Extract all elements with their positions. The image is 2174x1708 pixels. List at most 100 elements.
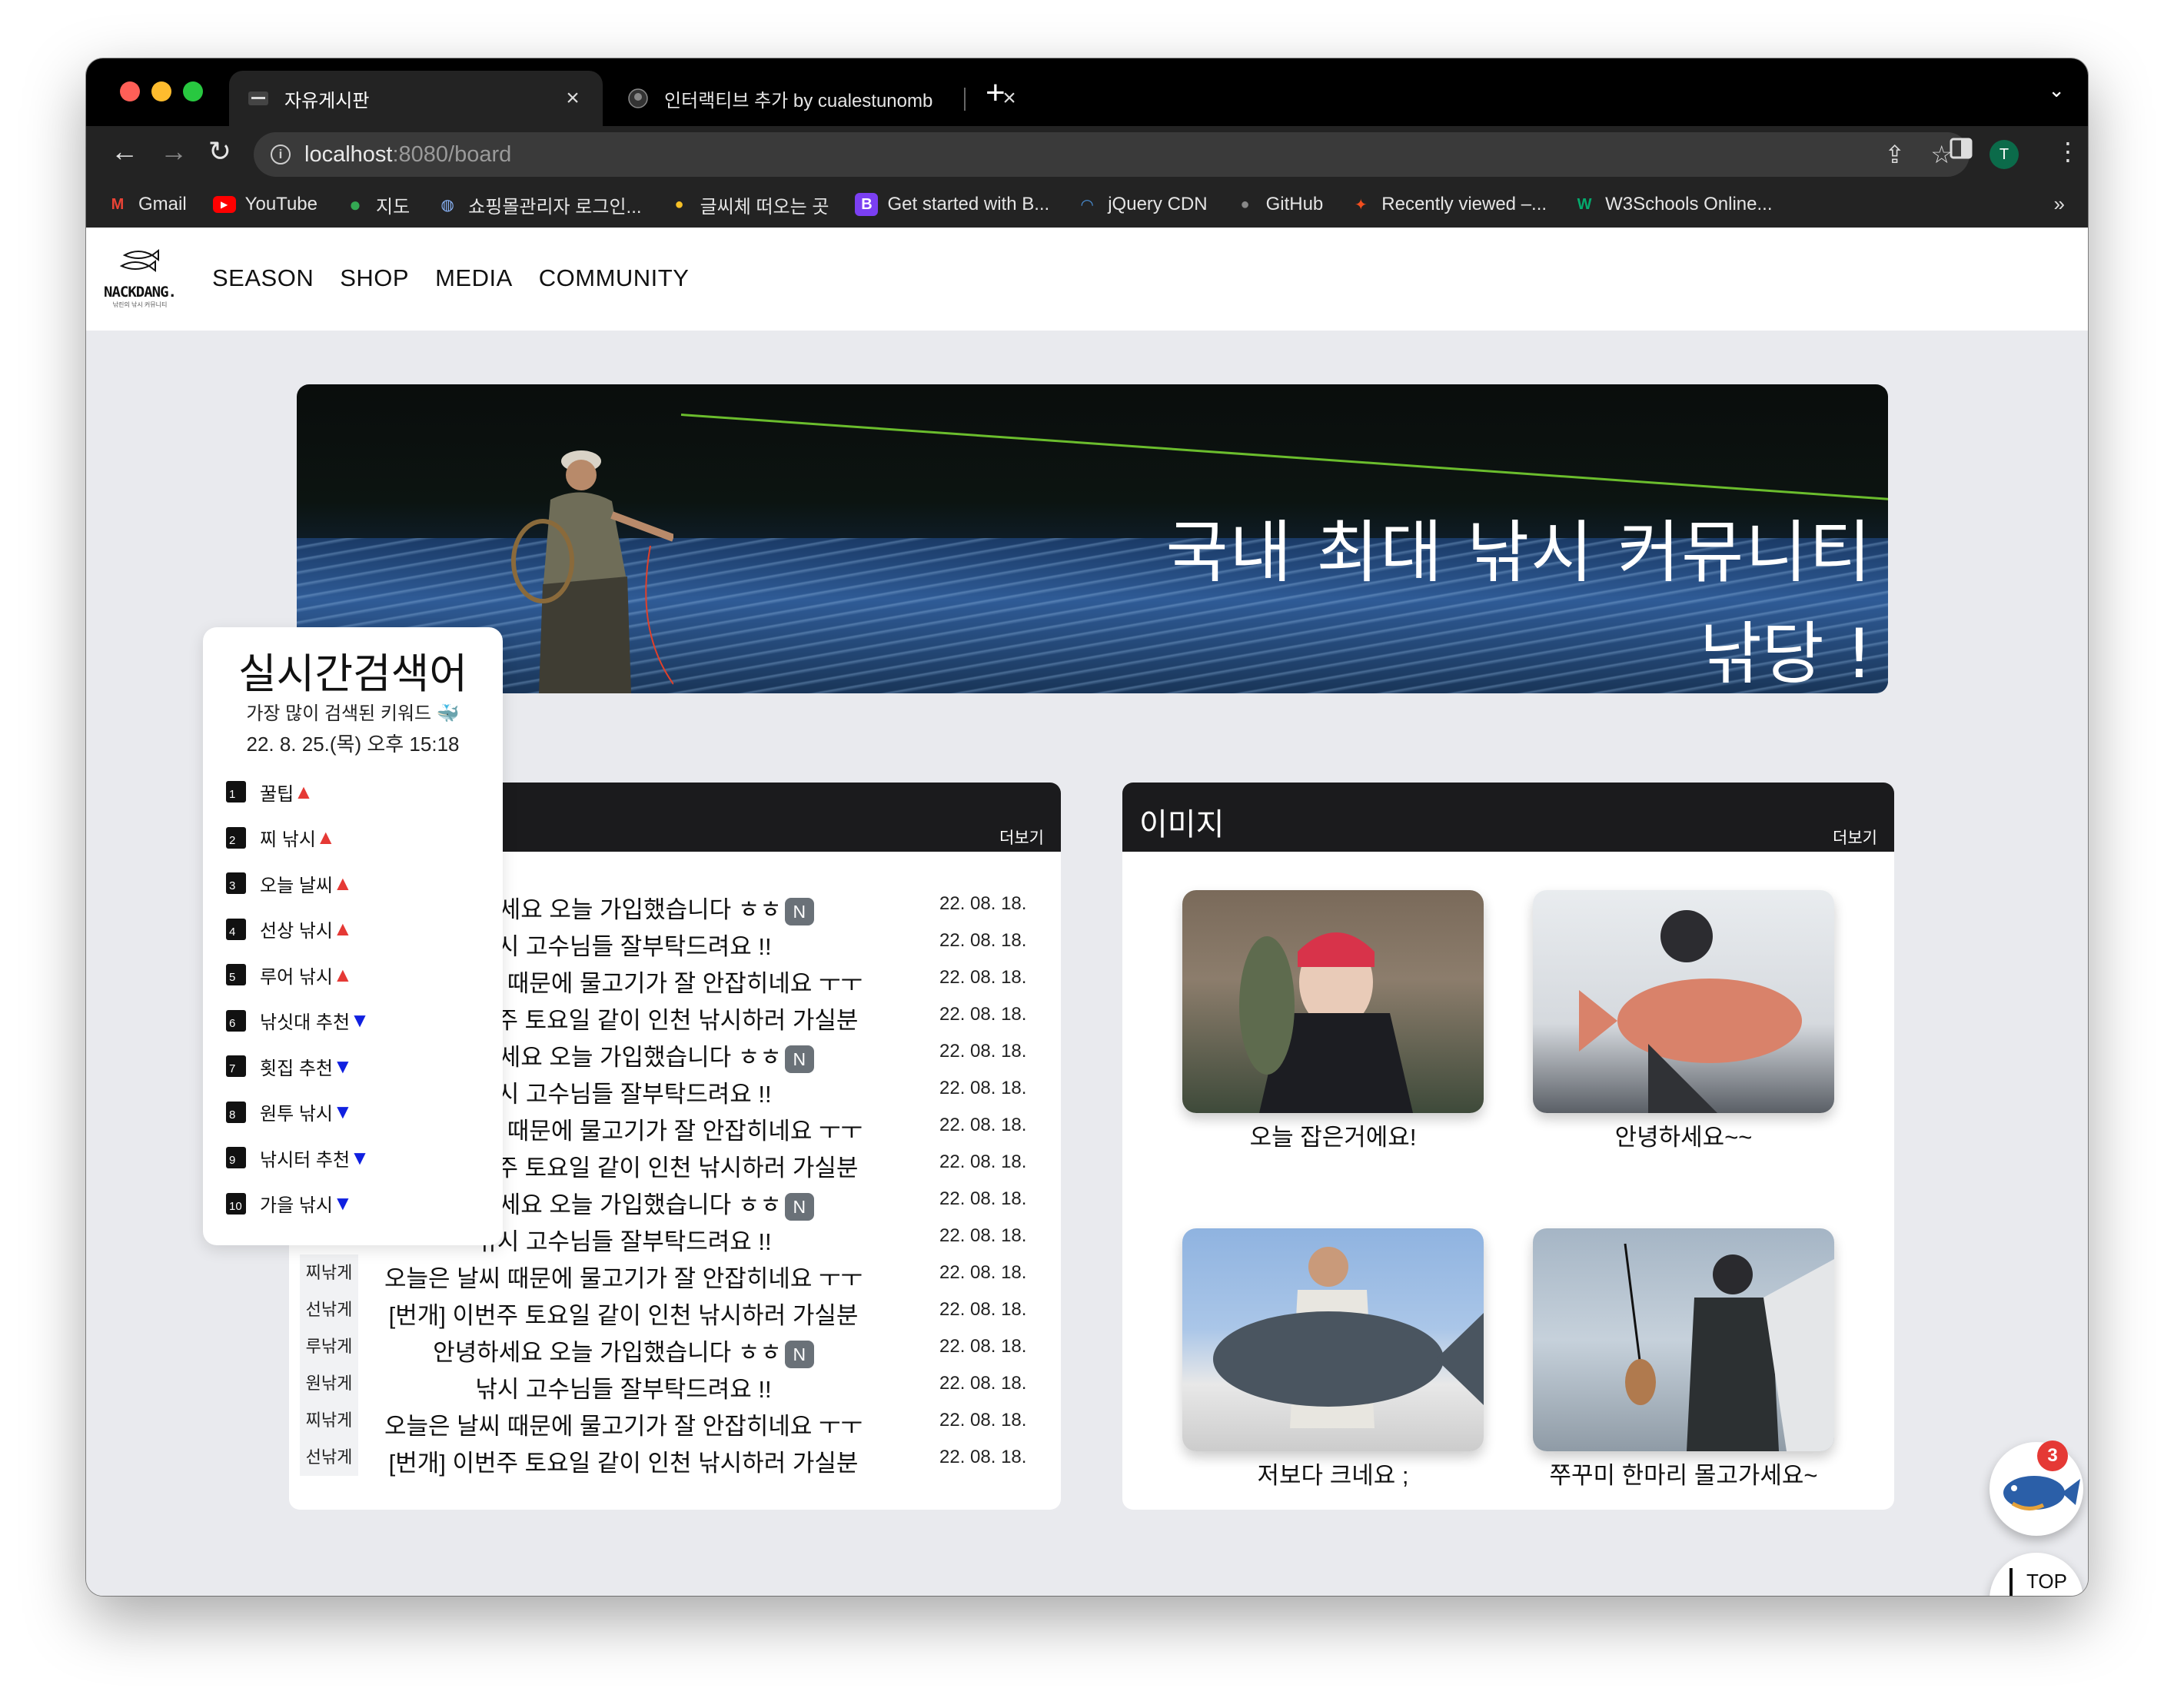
post-date: 22. 08. 18.: [939, 1299, 1027, 1320]
close-window-button[interactable]: [120, 81, 140, 101]
jquery-icon: ◠: [1081, 196, 1093, 214]
bookmarks-overflow-icon[interactable]: »: [2054, 192, 2065, 216]
post-row[interactable]: 선낚게 [번개] 이번주 토요일 같이 인천 낚시하러 가실분 22. 08. 18…: [289, 1291, 1061, 1331]
post-date: 22. 08. 18.: [939, 1373, 1027, 1394]
chat-fab-button[interactable]: 3: [1990, 1441, 2083, 1536]
bookmark-youtube[interactable]: ▶ YouTube: [212, 194, 317, 215]
image-caption: 쭈꾸미 한마리 몰고가세요~: [1549, 1462, 1818, 1489]
nav-shop[interactable]: SHOP: [340, 264, 409, 292]
chat-count-badge: 3: [2037, 1441, 2068, 1471]
post-row[interactable]: 찌낚게 오늘은 날씨 때문에 물고기가 잘 안잡히네요 ㅜㅜ 22. 08. 18.: [289, 1402, 1061, 1441]
realtime-keyword-item[interactable]: 4 선상 낚시 ▲: [226, 915, 353, 943]
github-icon: [627, 88, 649, 108]
images-panel-header: 이미지 더보기: [1122, 783, 1894, 852]
maximize-window-button[interactable]: [183, 81, 203, 101]
photo-octopus[interactable]: [1533, 1228, 1834, 1451]
images-more-link[interactable]: 더보기: [1833, 826, 1877, 849]
realtime-search-panel: 실시간검색어 가장 많이 검색된 키워드 🐳 22. 8. 25.(목) 오후 …: [203, 627, 503, 1245]
post-row[interactable]: 루낚게 안녕하세요 오늘 가입했습니다 ㅎㅎ N 22. 08. 18.: [289, 1328, 1061, 1368]
post-row[interactable]: 원낚게 낚시 고수님들 잘부탁드려요 !! 22. 08. 18.: [289, 1365, 1061, 1404]
realtime-keyword-item[interactable]: 9 낚시터 추천 ▼: [226, 1144, 370, 1171]
post-category: 선낚게: [300, 1291, 358, 1328]
bookmark-bootstrap[interactable]: B Get started with B...: [855, 193, 1049, 216]
side-panel-icon[interactable]: [1950, 137, 1973, 165]
nav-media[interactable]: MEDIA: [435, 264, 513, 292]
rank-number: 1: [226, 781, 246, 802]
post-date: 22. 08. 18.: [939, 1151, 1027, 1172]
post-title-link[interactable]: 안녕하세요 오늘 가입했습니다 ㅎㅎ N: [374, 1333, 873, 1368]
tab-search-chevron-icon[interactable]: ⌄: [2048, 78, 2065, 102]
image-card[interactable]: 저보다 크네요 ;: [1182, 1228, 1484, 1490]
maps-icon: ●: [349, 192, 361, 216]
realtime-keyword-item[interactable]: 2 찌 낚시 ▲: [226, 824, 336, 852]
site-logo[interactable]: NACKDANG. 낚린의 낚시 커뮤니티: [103, 244, 177, 318]
photo-woman-bass[interactable]: [1182, 890, 1484, 1113]
site-info-icon[interactable]: i: [271, 145, 291, 164]
hero-title: 국내 최대 낚시 커뮤니티: [1165, 513, 1873, 592]
trend-down-icon: ▼: [350, 1009, 370, 1032]
realtime-keyword-item[interactable]: 7 횟집 추천 ▼: [226, 1052, 353, 1080]
realtime-keyword-item[interactable]: 8 원투 낚시 ▼: [226, 1098, 353, 1126]
tab-github[interactable]: 인터랙티브 추가 by cualestunomb ×: [609, 71, 1039, 126]
address-bar[interactable]: i localhost:8080/board ⇪ ☆: [254, 132, 1970, 177]
photo-red-snapper[interactable]: [1533, 890, 1834, 1113]
more-menu-icon[interactable]: ⋮: [2056, 137, 2080, 166]
realtime-keyword-item[interactable]: 6 낚싯대 추천 ▼: [226, 1007, 370, 1035]
fish-logo-icon: [103, 244, 177, 284]
bookmark-maps[interactable]: ● 지도: [344, 191, 410, 218]
back-arrow-icon[interactable]: ←: [106, 135, 143, 168]
scroll-top-button[interactable]: TOP: [1990, 1553, 2083, 1596]
nav-community[interactable]: COMMUNITY: [539, 264, 690, 292]
reload-icon[interactable]: ↻: [201, 135, 238, 168]
figma-icon: ✦: [1354, 196, 1368, 214]
post-title-link[interactable]: 오늘은 날씨 때문에 물고기가 잘 안잡히네요 ㅜㅜ: [374, 1407, 873, 1441]
bookmark-jquery[interactable]: ◠ jQuery CDN: [1075, 193, 1208, 216]
profile-avatar[interactable]: T: [1990, 140, 2019, 169]
post-row[interactable]: 선낚게 [번개] 이번주 토요일 같이 인천 낚시하러 가실분 22. 08. 18…: [289, 1439, 1061, 1478]
image-card[interactable]: 오늘 잡은거에요!: [1182, 890, 1484, 1152]
minimize-window-button[interactable]: [151, 81, 171, 101]
post-date: 22. 08. 18.: [939, 967, 1027, 988]
post-title-link[interactable]: 오늘은 날씨 때문에 물고기가 잘 안잡히네요 ㅜㅜ: [374, 1259, 873, 1294]
hero-banner: 국내 최대 낚시 커뮤니티 낚당 !: [297, 384, 1888, 693]
angler-figure: [511, 450, 673, 693]
post-category: 찌낚게: [300, 1402, 358, 1439]
bookmark-shop-admin[interactable]: ◍ 쇼핑몰관리자 로그인...: [436, 191, 641, 218]
image-card[interactable]: 안녕하세요~~: [1533, 890, 1834, 1152]
bookmark-figma[interactable]: ✦ Recently viewed –...: [1349, 193, 1547, 216]
realtime-keyword-item[interactable]: 1 꿀팁 ▲: [226, 778, 314, 806]
keyword-label: 횟집 추천: [260, 1058, 333, 1079]
bookmark-w3schools[interactable]: W W3Schools Online...: [1573, 193, 1773, 216]
rank-number: 9: [226, 1147, 246, 1168]
keyword-label: 낚시터 추천: [260, 1149, 351, 1171]
url-text[interactable]: localhost:8080/board: [304, 142, 511, 168]
post-date: 22. 08. 18.: [939, 1004, 1027, 1025]
image-card[interactable]: 쭈꾸미 한마리 몰고가세요~: [1533, 1228, 1834, 1490]
tab-close-icon[interactable]: ×: [561, 85, 584, 111]
share-icon[interactable]: ⇪: [1884, 140, 1905, 169]
rank-number: 6: [226, 1009, 246, 1032]
bookmark-github[interactable]: ● GitHub: [1234, 193, 1324, 216]
trend-up-icon: ▲: [294, 779, 314, 803]
realtime-keyword-item[interactable]: 3 오늘 날씨 ▲: [226, 869, 353, 897]
new-tab-button[interactable]: +: [986, 74, 1006, 112]
bookmark-font-site[interactable]: ● 글씨체 떠오는 곳: [668, 191, 829, 218]
realtime-keyword-item[interactable]: 10 가을 낚시 ▼: [226, 1190, 353, 1218]
tab-board[interactable]: 자유게시판 ×: [229, 71, 603, 126]
nav-season[interactable]: SEASON: [212, 264, 314, 292]
post-title-link[interactable]: [번개] 이번주 토요일 같이 인천 낚시하러 가실분: [374, 1296, 873, 1331]
bookmark-gmail[interactable]: M Gmail: [106, 193, 187, 216]
fishing-line: [680, 414, 1888, 501]
forward-arrow-icon[interactable]: →: [155, 135, 192, 168]
post-row[interactable]: 찌낚게 오늘은 날씨 때문에 물고기가 잘 안잡히네요 ㅜㅜ 22. 08. 18.: [289, 1254, 1061, 1294]
post-title-link[interactable]: [번개] 이번주 토요일 같이 인천 낚시하러 가실분: [374, 1444, 873, 1478]
photo-giant-trevally[interactable]: [1182, 1228, 1484, 1451]
post-title-link[interactable]: 낚시 고수님들 잘부탁드려요 !!: [374, 1370, 873, 1404]
realtime-keyword-item[interactable]: 5 루어 낚시 ▲: [226, 961, 353, 989]
site-header: NACKDANG. 낚린의 낚시 커뮤니티 SEASON SHOP MEDIA …: [86, 228, 2088, 331]
image-caption: 오늘 잡은거에요!: [1249, 1124, 1417, 1151]
rank-number: 5: [226, 964, 246, 985]
main-nav: SEASON SHOP MEDIA COMMUNITY: [212, 264, 715, 292]
board-more-link[interactable]: 더보기: [999, 826, 1044, 849]
tab-separator: [964, 88, 966, 111]
